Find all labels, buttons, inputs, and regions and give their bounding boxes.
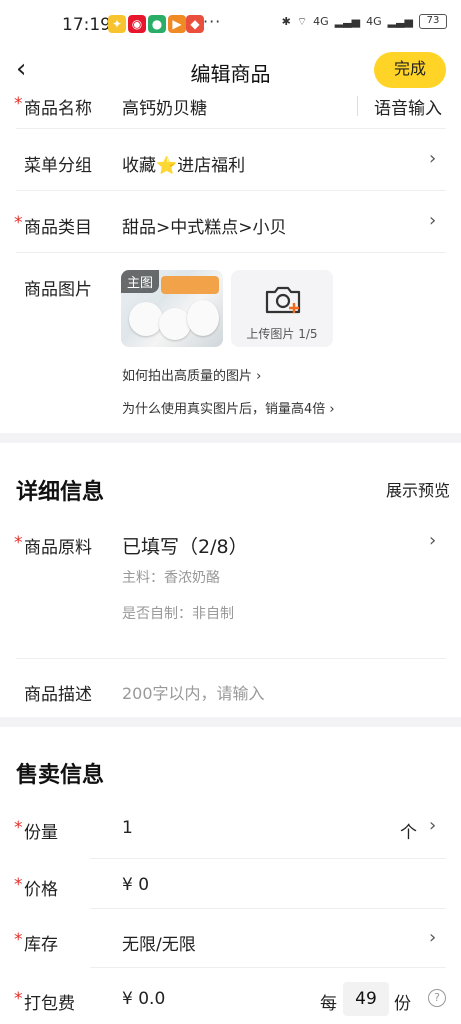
ingredients-label: 商品原料 (24, 538, 92, 558)
signal-1-icon: ▂▃▅ (334, 15, 361, 28)
homemade-text: 是否自制：非自制 (122, 606, 234, 622)
photo-quality-tip-text: 如何拍出高质量的图片 (122, 369, 253, 384)
divider (90, 967, 446, 968)
divider (16, 190, 446, 191)
required-mark: * (14, 533, 23, 553)
chevron-right-icon[interactable]: › (429, 815, 436, 836)
image-cup (129, 302, 163, 336)
menu-group-value[interactable]: 收藏⭐进店福利 (122, 151, 245, 176)
weibo-icon: ◉ (128, 15, 146, 33)
navbar: ‹ 编辑商品 完成 (0, 48, 461, 92)
image-cup (187, 300, 219, 336)
section-separator (0, 717, 461, 727)
bluetooth-icon: ✱ (281, 15, 291, 28)
description-input[interactable]: 200字以内，请输入 (122, 680, 265, 704)
detail-section-title: 详细信息 (16, 480, 105, 505)
voice-input-button[interactable]: 语音输入 (374, 94, 442, 119)
image-banner (161, 276, 219, 294)
section-separator (0, 433, 461, 443)
done-button[interactable]: 完成 (374, 52, 446, 88)
required-mark: * (14, 213, 23, 233)
camera-icon (265, 286, 301, 314)
main-product-image[interactable]: 主图 (121, 270, 223, 347)
menu-group-label: 菜单分组 (24, 156, 92, 176)
name-label: 商品名称 (24, 99, 92, 119)
chevron-right-icon: › (256, 369, 262, 384)
name-input[interactable]: 高钙奶贝糖 (122, 94, 207, 119)
category-label: 商品类目 (24, 218, 92, 238)
battery-icon: 73 (419, 14, 447, 29)
stock-label: 库存 (24, 935, 58, 955)
shop-app-icon: ◆ (186, 15, 204, 33)
field-separator (357, 96, 358, 116)
price-input[interactable]: ¥ 0 (122, 875, 149, 895)
image-label: 商品图片 (24, 280, 92, 300)
packing-unit-label: 份 (394, 994, 411, 1014)
divider (90, 858, 446, 859)
sale-section-title: 售卖信息 (16, 763, 105, 788)
divider (16, 252, 446, 253)
help-icon[interactable]: ? (428, 989, 446, 1007)
required-mark: * (14, 930, 23, 950)
packing-per-label: 每 (320, 994, 337, 1014)
preview-button[interactable]: 展示预览 (386, 477, 450, 501)
photo-quality-tip-link[interactable]: 如何拍出高质量的图片 › (122, 365, 261, 384)
upload-image-button[interactable]: 上传图片 1/5 (231, 270, 333, 347)
chevron-right-icon[interactable]: › (429, 530, 436, 551)
wifi-icon: ⌔ (296, 14, 308, 28)
divider (16, 658, 446, 659)
portion-input[interactable]: 1 (122, 818, 133, 838)
main-image-tag: 主图 (121, 270, 160, 293)
required-mark: * (14, 94, 23, 114)
app-notification-icon: ✦ (108, 15, 126, 33)
required-mark: * (14, 989, 23, 1009)
image-cup (159, 308, 191, 340)
description-label: 商品描述 (24, 685, 92, 705)
chevron-right-icon[interactable]: › (429, 148, 436, 169)
packing-fee-input[interactable]: ¥ 0.0 (122, 989, 165, 1009)
status-bar: 17:19 ✦ ◉ ● ▶ ◆ ··· ✱ ⌔ 4G ▂▃▅ 4G ▂▃▅ 73 (0, 0, 461, 48)
chevron-right-icon[interactable]: › (429, 210, 436, 231)
chevron-right-icon: › (329, 402, 335, 417)
portion-label: 份量 (24, 823, 58, 843)
required-mark: * (14, 875, 23, 895)
status-right: ✱ ⌔ 4G ▂▃▅ 4G ▂▃▅ 73 (282, 14, 447, 29)
packing-fee-label: 打包费 (24, 994, 75, 1014)
video-app-icon: ▶ (168, 15, 186, 33)
main-ingredient-text: 主料：香浓奶酪 (122, 570, 220, 586)
signal-1-label: 4G (313, 15, 329, 28)
more-notifications-icon: ··· (203, 12, 222, 31)
divider (16, 128, 446, 129)
packing-count-input[interactable]: 49 (343, 982, 389, 1016)
real-photo-tip-link[interactable]: 为什么使用真实图片后，销量高4倍 › (122, 398, 335, 417)
required-mark: * (14, 818, 23, 838)
wechat-icon: ● (148, 15, 166, 33)
real-photo-tip-text: 为什么使用真实图片后，销量高4倍 (122, 402, 326, 417)
signal-2-icon: ▂▃▅ (387, 15, 413, 28)
price-label: 价格 (24, 880, 58, 900)
chevron-right-icon[interactable]: › (429, 927, 436, 948)
status-time: 17:19 (62, 15, 111, 35)
divider (90, 908, 446, 909)
ingredients-value[interactable]: 已填写（2/8） (122, 532, 248, 559)
portion-unit-select[interactable]: 个 (400, 818, 417, 843)
category-value[interactable]: 甜品>中式糕点>小贝 (122, 213, 287, 238)
upload-label: 上传图片 1/5 (246, 327, 318, 341)
stock-value[interactable]: 无限/无限 (122, 930, 196, 955)
signal-2-label: 4G (366, 15, 382, 28)
